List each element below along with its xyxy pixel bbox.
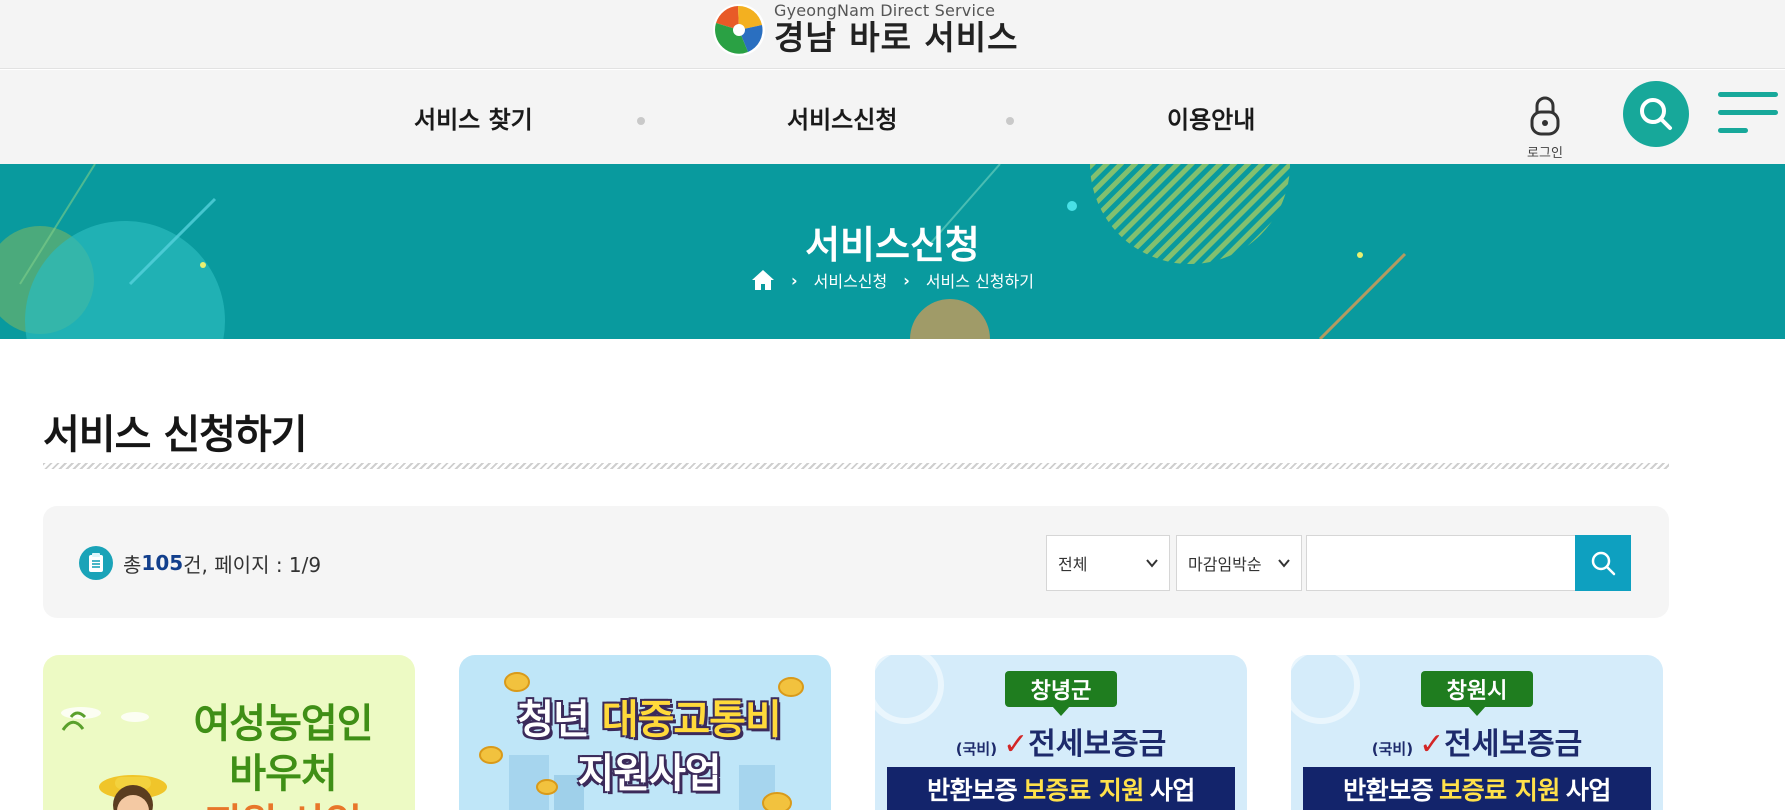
card-strip: 반환보증 보증료 지원 사업	[887, 767, 1235, 810]
region-badge: 창원시	[1421, 671, 1533, 716]
nav-separator-dot	[1006, 117, 1014, 125]
lock-icon	[1530, 96, 1560, 136]
search-submit-button[interactable]	[1575, 535, 1631, 591]
card-strip-highlight: 보증료 지원	[1023, 776, 1144, 805]
chevron-right-icon: ›	[791, 270, 798, 290]
card-headline: 전세보증금	[1444, 727, 1583, 762]
card-strip-text: 반환보증	[1343, 776, 1434, 805]
page-title: 서비스 신청하기	[43, 412, 308, 458]
service-card[interactable]: 창녕군 (국비) ✓전세보증금 반환보증 보증료 지원 사업	[875, 655, 1247, 810]
hamburger-menu-icon	[1718, 92, 1778, 97]
count-prefix: 총	[123, 552, 142, 577]
nav-item-guide[interactable]: 이용안내	[1167, 100, 1255, 135]
search-icon	[1591, 551, 1616, 576]
hamburger-line	[1718, 110, 1778, 115]
nav-item-service-apply[interactable]: 서비스신청	[787, 100, 897, 135]
card-prefix: (국비)	[955, 740, 998, 758]
count-value: 105	[141, 551, 184, 575]
chevron-right-icon: ›	[903, 270, 910, 290]
breadcrumb-item[interactable]: 서비스신청	[814, 268, 888, 292]
login-button[interactable]: 로그인	[1520, 94, 1570, 161]
chevron-down-icon	[1146, 559, 1158, 568]
card-headline: 전세보증금	[1028, 727, 1167, 762]
card-title-line: 여성농업인	[193, 701, 374, 747]
hamburger-menu-button[interactable]	[1718, 92, 1778, 136]
logo-subtitle: GyeongNam Direct Service	[774, 1, 996, 20]
breadcrumb-home[interactable]	[751, 269, 775, 291]
document-list-icon	[79, 546, 113, 580]
page-banner: 서비스신청 › 서비스신청 › 서비스 신청하기	[0, 164, 1785, 339]
service-card[interactable]: 여성농업인 바우처 지원 사업	[43, 655, 415, 810]
logo-emblem-icon	[713, 3, 765, 56]
site-logo[interactable]: GyeongNam Direct Service 경남 바로 서비스	[712, 2, 1019, 57]
card-title-line: 지원 사업	[173, 799, 393, 810]
card-strip-text: 반환보증	[927, 776, 1018, 805]
top-logo-bar: GyeongNam Direct Service 경남 바로 서비스	[0, 0, 1785, 69]
checkmark-icon: ✓	[1419, 727, 1445, 762]
banner-title: 서비스신청	[805, 223, 980, 267]
logo-title: 경남 바로 서비스	[774, 18, 1019, 57]
result-count: 총 105 건, 페이지 : 1/9	[79, 546, 321, 580]
card-strip-text: 사업	[1149, 776, 1196, 805]
search-icon	[1640, 98, 1672, 130]
card-title-line: 지원사업	[577, 751, 721, 797]
home-icon	[752, 270, 775, 290]
service-card[interactable]: 청년 대중교통비 지원사업	[459, 655, 831, 810]
card-title-line: 청년	[517, 697, 590, 743]
card-title-line: 바우처	[229, 751, 337, 797]
card-strip: 반환보증 보증료 지원 사업	[1303, 767, 1651, 810]
breadcrumb-item-current: 서비스 신청하기	[925, 272, 1034, 291]
checkmark-icon: ✓	[1003, 727, 1029, 762]
category-select[interactable]: 전체	[1046, 535, 1170, 591]
card-prefix: (국비)	[1371, 740, 1414, 758]
category-select-value: 전체	[1058, 555, 1088, 574]
card-strip-highlight: 보증료 지원	[1439, 776, 1560, 805]
sort-select[interactable]: 마감임박순	[1176, 535, 1302, 591]
service-card[interactable]: 창원시 (국비) ✓전세보증금 반환보증 보증료 지원 사업	[1291, 655, 1663, 810]
title-divider	[43, 463, 1669, 469]
card-strip-text: 사업	[1565, 776, 1612, 805]
card-title-line: 대중교통비	[601, 697, 782, 743]
region-badge: 창녕군	[1005, 671, 1117, 716]
chevron-down-icon	[1278, 559, 1290, 568]
hamburger-line	[1718, 128, 1748, 133]
nav-separator-dot	[637, 117, 645, 125]
sort-select-value: 마감임박순	[1188, 555, 1262, 574]
header-search-button[interactable]	[1623, 81, 1689, 147]
nav-item-find-service[interactable]: 서비스 찾기	[414, 100, 533, 135]
breadcrumb: › 서비스신청 › 서비스 신청하기	[0, 268, 1785, 292]
login-label: 로그인	[1527, 146, 1563, 161]
main-nav: 서비스 찾기 서비스신청 이용안내 로그인	[0, 70, 1785, 164]
count-suffix: 건, 페이지 : 1/9	[183, 552, 322, 577]
search-input[interactable]	[1306, 535, 1576, 591]
search-filter-box: 총 105 건, 페이지 : 1/9 전체 마감임박순	[43, 506, 1669, 618]
